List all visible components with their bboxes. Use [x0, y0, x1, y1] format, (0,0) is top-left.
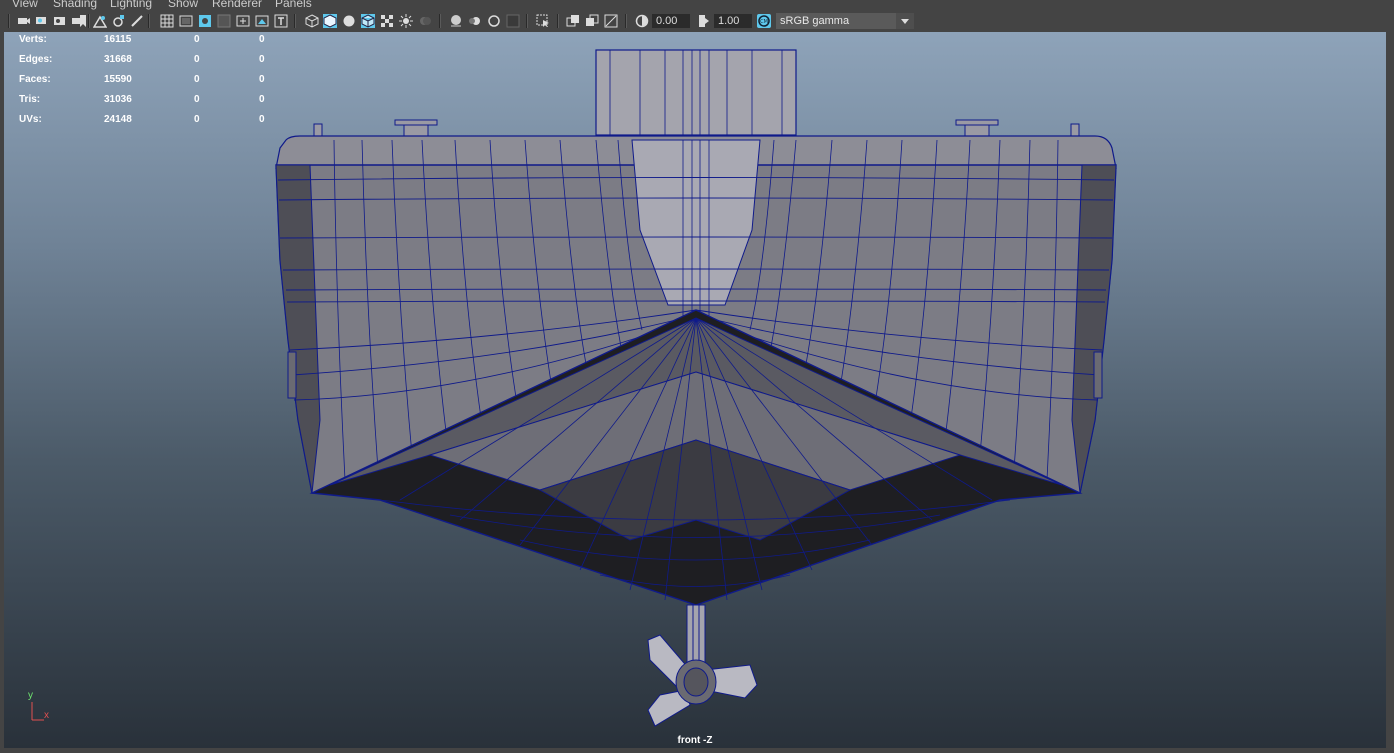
3d-viewport[interactable]: Verts: 16115 0 0 Edges: 31668 0 0 Faces: 15590 0…	[4, 32, 1386, 748]
resolution-gate-icon[interactable]	[198, 14, 212, 28]
menu-show[interactable]: Show	[168, 0, 198, 10]
depth-of-field-icon[interactable]	[506, 14, 520, 28]
gamma-icon[interactable]	[697, 14, 711, 28]
hud-row-uvs: UVs: 24148 0 0	[19, 114, 279, 134]
view-transform-dropdown[interactable]: sRGB gamma	[776, 13, 914, 29]
svg-text:CM: CM	[760, 19, 768, 25]
isolate-select-icon[interactable]	[536, 14, 550, 28]
toolbar-separator	[557, 14, 559, 28]
smooth-shade-icon[interactable]	[323, 14, 337, 28]
xray-active-components-icon[interactable]	[585, 14, 599, 28]
film-gate-icon[interactable]	[179, 14, 193, 28]
xray-icon[interactable]	[566, 14, 580, 28]
view-transform-icon[interactable]: CM	[757, 14, 771, 28]
hud-value: 0	[194, 94, 200, 105]
view-axis-indicator: y x	[24, 690, 64, 731]
lights-icon[interactable]	[399, 14, 413, 28]
xray-joints-icon[interactable]	[604, 14, 618, 28]
hud-value: 0	[259, 114, 265, 125]
viewport-border-bottom	[0, 748, 1394, 753]
screen-space-ao-icon[interactable]	[449, 14, 463, 28]
toolbar-separator	[8, 14, 10, 28]
grid-icon[interactable]	[160, 14, 174, 28]
panel-toolbar: 0.00 1.00 CM sRGB gamma	[0, 10, 1394, 32]
grease-pencil-icon[interactable]	[112, 14, 126, 28]
menu-lighting[interactable]: Lighting	[110, 0, 152, 10]
hud-row-verts: Verts: 16115 0 0	[19, 34, 279, 54]
toolbar-separator	[294, 14, 296, 28]
hud-label: Edges:	[19, 54, 53, 65]
exposure-icon[interactable]	[635, 14, 649, 28]
bookmark-camera-icon[interactable]	[53, 14, 67, 28]
hud-value: 15590	[104, 74, 132, 85]
axis-y-label: y	[28, 690, 33, 701]
hud-value: 0	[194, 34, 200, 45]
hud-label: UVs:	[19, 114, 42, 125]
hud-value: 0	[259, 54, 265, 65]
hud-value: 0	[259, 94, 265, 105]
hud-row-tris: Tris: 31036 0 0	[19, 94, 279, 114]
gate-mask-icon[interactable]	[217, 14, 231, 28]
camera-attributes-icon[interactable]	[35, 14, 49, 28]
hud-label: Tris:	[19, 94, 41, 105]
axis-x-label: x	[44, 710, 49, 721]
toolbar-separator	[439, 14, 441, 28]
ship-hull-wireframe	[275, 49, 1117, 727]
hud-label: Verts:	[19, 34, 47, 45]
toolbar-separator	[625, 14, 627, 28]
chevron-down-icon[interactable]	[896, 13, 914, 29]
toolbar-separator	[88, 14, 90, 28]
2d-pan-zoom-icon[interactable]	[93, 14, 107, 28]
hud-value: 0	[259, 34, 265, 45]
menu-panels[interactable]: Panels	[275, 0, 312, 10]
view-transform-value: sRGB gamma	[780, 15, 850, 27]
poly-count-hud: Verts: 16115 0 0 Edges: 31668 0 0 Faces: 15590 0…	[19, 34, 279, 134]
hud-row-edges: Edges: 31668 0 0	[19, 54, 279, 74]
hud-row-faces: Faces: 15590 0 0	[19, 74, 279, 94]
menu-view[interactable]: View	[12, 0, 38, 10]
safe-title-icon[interactable]	[274, 14, 288, 28]
gamma-field[interactable]: 1.00	[714, 14, 752, 28]
toolbar-separator	[526, 14, 528, 28]
viewport-border-right	[1386, 32, 1394, 753]
menu-shading[interactable]: Shading	[53, 0, 97, 10]
menu-renderer[interactable]: Renderer	[212, 0, 262, 10]
camera-name-label: front -Z	[677, 735, 713, 746]
hud-value: 24148	[104, 114, 132, 125]
hud-value: 0	[194, 114, 200, 125]
motion-blur-icon[interactable]	[468, 14, 482, 28]
hud-label: Faces:	[19, 74, 51, 85]
safe-action-icon[interactable]	[255, 14, 269, 28]
pencil-icon[interactable]	[130, 14, 144, 28]
default-material-icon[interactable]	[342, 14, 356, 28]
select-camera-icon[interactable]	[17, 14, 31, 28]
toolbar-separator	[148, 14, 150, 28]
wireframe-icon[interactable]	[305, 14, 319, 28]
hud-value: 31036	[104, 94, 132, 105]
menu-bar: View Shading Lighting Show Renderer Pane…	[0, 0, 1394, 10]
hud-value: 0	[259, 74, 265, 85]
hud-value: 0	[194, 54, 200, 65]
viewport-border-left	[0, 32, 4, 753]
textured-icon[interactable]	[380, 14, 394, 28]
multisample-aa-icon[interactable]	[487, 14, 501, 28]
hud-value: 16115	[104, 34, 132, 45]
hud-value: 31668	[104, 54, 132, 65]
wireframe-on-shaded-icon[interactable]	[361, 14, 375, 28]
hud-value: 0	[194, 74, 200, 85]
shadows-icon[interactable]	[418, 14, 432, 28]
field-chart-icon[interactable]	[236, 14, 250, 28]
exposure-field[interactable]: 0.00	[652, 14, 690, 28]
